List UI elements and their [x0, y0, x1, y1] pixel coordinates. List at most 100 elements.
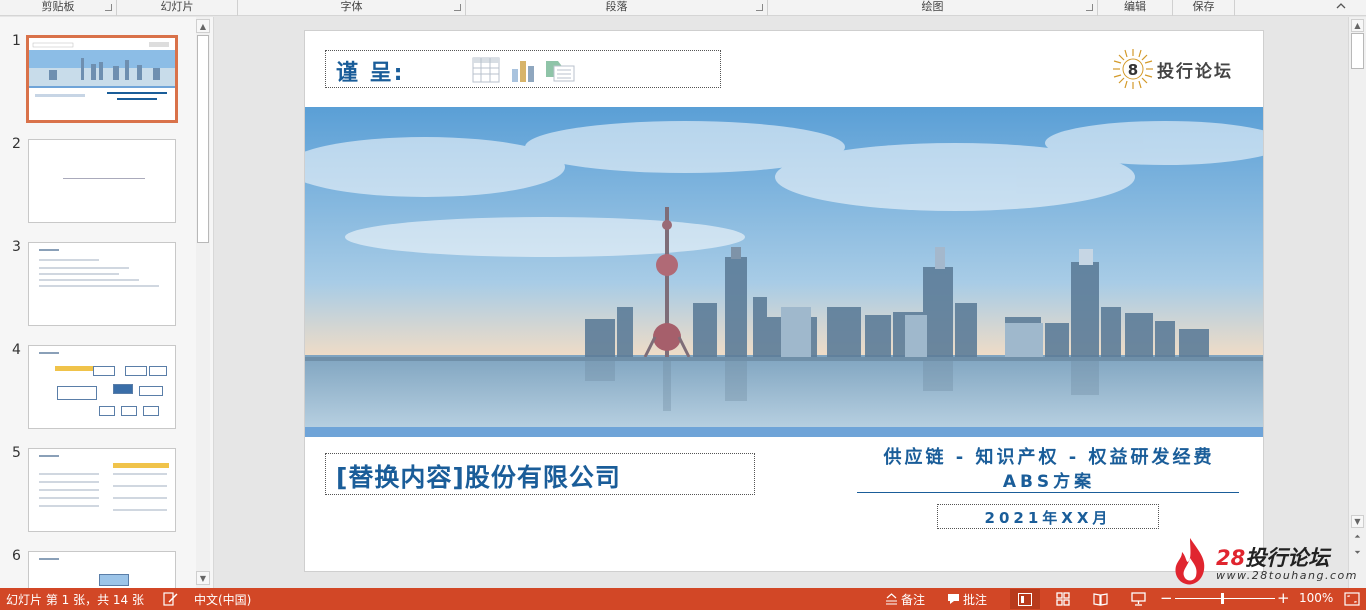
banner-accent-strip [305, 427, 1263, 437]
thumbnail-text-line [39, 473, 99, 475]
ribbon-group-paragraph: 段落 [466, 0, 768, 16]
ribbon-group-labels: 剪贴板 幻灯片 字体 段落 绘图 编辑 保存 [0, 0, 1366, 16]
company-placeholder[interactable]: [替换内容]股份有限公司 [325, 453, 755, 495]
thumbnails-scrollbar[interactable]: ▲ ▼ [196, 17, 210, 588]
thumbnail-text-line [39, 259, 99, 261]
font-dialog-launcher-icon[interactable] [454, 4, 461, 11]
normal-view-icon [1018, 593, 1032, 606]
paragraph-dialog-launcher-icon[interactable] [756, 4, 763, 11]
company-name[interactable]: [替换内容]股份有限公司 [336, 458, 621, 494]
thumbnail-1-preview [29, 38, 175, 120]
site-watermark: 28投行论坛 www.28touhang.com [1170, 536, 1356, 588]
flame-logo-icon [1175, 538, 1205, 585]
fit-to-window-icon[interactable] [1344, 592, 1360, 606]
ribbon-group-editing-label: 编辑 [1124, 0, 1146, 13]
slide-count-status[interactable]: 幻灯片 第 1 张，共 14 张 [6, 591, 144, 608]
thumbnail-text-line [39, 273, 119, 275]
thumbnail-diagram-box [93, 366, 115, 376]
scroll-up-arrow-icon[interactable]: ▲ [1351, 19, 1364, 32]
drawing-dialog-launcher-icon[interactable] [1086, 4, 1093, 11]
thumbnail-text-line [39, 505, 99, 507]
ribbon-group-editing: 编辑 [1098, 0, 1173, 16]
notes-icon[interactable] [885, 593, 898, 605]
slide-thumbnail-2[interactable] [28, 139, 176, 223]
slide-number: 1 [12, 33, 21, 49]
ribbon-group-clipboard: 剪贴板 [0, 0, 117, 16]
ribbon-group-drawing-label: 绘图 [921, 0, 944, 13]
slideshow-view-icon[interactable] [1131, 592, 1146, 606]
zoom-in-button[interactable]: + [1277, 589, 1290, 607]
previous-slide-icon[interactable]: ⏶ [1351, 531, 1364, 544]
slide-number: 6 [12, 548, 21, 564]
watermark-url: www.28touhang.com [1216, 569, 1358, 582]
project-title-line1[interactable]: 供应链 - 知识产权 - 权益研发经费 [857, 443, 1241, 469]
thumbnail-text-line [39, 489, 99, 491]
comments-button[interactable]: 批注 [963, 591, 987, 608]
date-text[interactable]: 2021年XX月 [938, 507, 1158, 528]
slide-thumbnail-6[interactable] [28, 551, 176, 588]
editor-vertical-scrollbar[interactable]: ▲ ▼ ⏶ ⏷ [1348, 17, 1366, 588]
brand-logo: 8 投行论坛 [1111, 47, 1251, 91]
chart-icon[interactable] [510, 57, 536, 83]
scrollbar-thumb[interactable] [1351, 33, 1364, 69]
thumbnail-diagram-box [139, 386, 163, 396]
scroll-up-arrow-icon[interactable]: ▲ [196, 19, 210, 33]
table-icon[interactable] [472, 57, 500, 83]
thumbnail-text-line [39, 497, 99, 499]
slide-thumbnails-pane[interactable]: 1 2 3 4 5 6 ▲ ▼ [0, 17, 214, 588]
thumbnail-text-line [39, 279, 139, 281]
watermark-brand-text: 投行论坛 [1245, 546, 1330, 570]
ribbon-group-clipboard-label: 剪贴板 [41, 0, 75, 13]
header-placeholder[interactable]: 谨 呈: [325, 50, 721, 88]
ribbon-group-slides-label: 幻灯片 [160, 0, 194, 13]
slide-thumbnail-4[interactable] [28, 345, 176, 429]
slide-number: 2 [12, 136, 21, 152]
thumbnail-highlight [55, 366, 95, 371]
slide-thumbnail-1[interactable] [26, 35, 178, 123]
scroll-down-arrow-icon[interactable]: ▼ [1351, 515, 1364, 528]
normal-view-button[interactable] [1010, 589, 1040, 609]
slide-thumbnail-5[interactable] [28, 448, 176, 532]
thumbnail-text-line [39, 285, 159, 287]
clipboard-dialog-launcher-icon[interactable] [105, 4, 112, 11]
ribbon-group-paragraph-label: 段落 [605, 0, 628, 13]
slide-thumbnail-3[interactable] [28, 242, 176, 326]
thumbnail-text-line [39, 558, 59, 560]
slide-number: 4 [12, 342, 21, 358]
zoom-out-button[interactable]: − [1160, 589, 1173, 607]
logo-text: 投行论坛 [1157, 62, 1233, 82]
notes-button[interactable]: 备注 [901, 591, 925, 608]
zoom-slider[interactable] [1175, 598, 1275, 599]
date-placeholder[interactable]: 2021年XX月 [937, 504, 1159, 529]
thumbnail-text-line [39, 352, 59, 354]
zoom-slider-handle[interactable] [1221, 593, 1224, 604]
thumbnail-diagram-box [143, 406, 159, 416]
current-slide[interactable]: 谨 呈: 8 投行论坛 [替换内容]股份有限公司 供应链 - 知识产权 - 权益… [304, 30, 1264, 572]
thumbnail-diagram-box [57, 386, 97, 400]
reading-view-icon[interactable] [1093, 592, 1108, 606]
thumbnail-diagram-box [125, 366, 147, 376]
thumbnail-text-line [113, 473, 167, 475]
thumbnail-diagram-box [113, 384, 133, 394]
slide-editor[interactable]: 谨 呈: 8 投行论坛 [替换内容]股份有限公司 供应链 - 知识产权 - 权益… [215, 17, 1366, 588]
thumbnail-diagram-box [99, 574, 129, 586]
thumbnail-text-line [39, 267, 129, 269]
language-status[interactable]: 中文(中国) [194, 591, 251, 608]
project-divider [857, 492, 1239, 493]
next-slide-icon[interactable]: ⏷ [1351, 547, 1364, 560]
scrollbar-thumb[interactable] [197, 35, 209, 243]
scroll-down-arrow-icon[interactable]: ▼ [196, 571, 210, 585]
skyline-banner-image[interactable] [305, 107, 1264, 427]
spellcheck-icon[interactable] [163, 592, 178, 606]
project-title-line2[interactable]: ABS方案 [857, 467, 1241, 492]
thumbnail-diagram-box [121, 406, 137, 416]
thumbnail-diagram-box [99, 406, 115, 416]
logo-mark: 8 [1128, 61, 1138, 79]
comments-icon[interactable] [947, 593, 960, 605]
smartart-icon[interactable] [544, 57, 576, 83]
zoom-level[interactable]: 100% [1299, 591, 1333, 605]
slide-sorter-view-icon[interactable] [1056, 592, 1070, 606]
header-title[interactable]: 谨 呈: [336, 55, 404, 87]
ribbon-group-save: 保存 [1173, 0, 1235, 16]
chevron-up-icon[interactable] [1336, 2, 1346, 13]
